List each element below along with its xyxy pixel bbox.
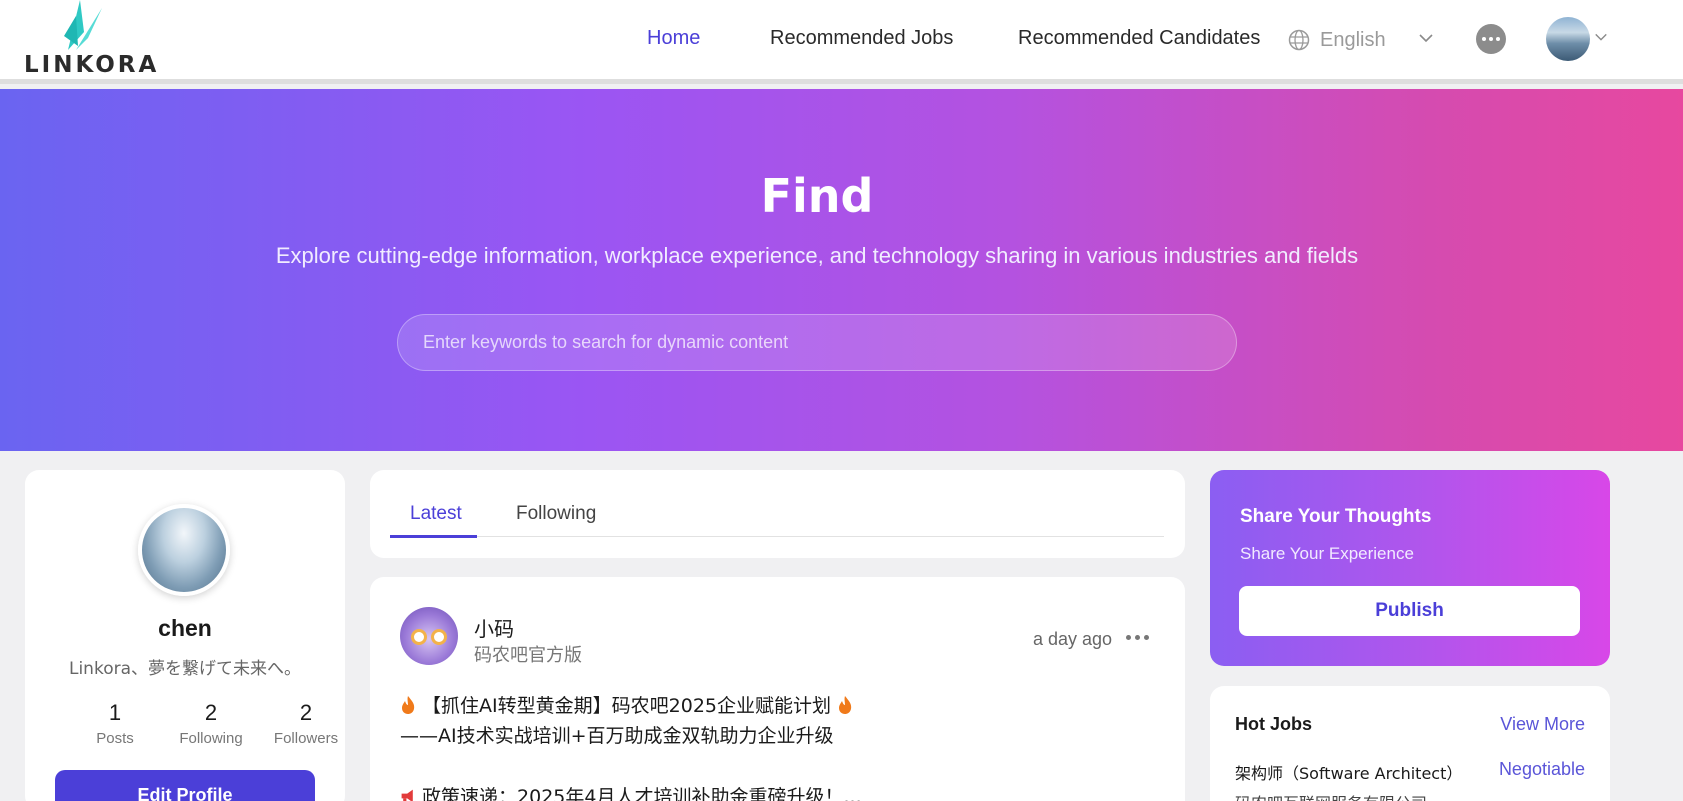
post-author-avatar[interactable] — [400, 607, 458, 665]
publish-button[interactable]: Publish — [1239, 586, 1580, 636]
stat-following[interactable]: 2 Following — [166, 700, 256, 747]
profile-name: chen — [158, 615, 212, 641]
nav-recommended-jobs[interactable]: Recommended Jobs — [770, 27, 953, 50]
profile-avatar[interactable] — [138, 504, 230, 596]
post-author-name[interactable]: 小码 — [474, 613, 514, 642]
post-card: 小码 码农吧官方版 a day ago 【抓住AI转型黄金期】码农吧2025企业… — [370, 577, 1185, 801]
hero-banner: Find Explore cutting-edge information, w… — [0, 89, 1683, 451]
fire-icon — [402, 696, 415, 714]
share-subtitle: Share Your Experience — [1240, 544, 1414, 563]
hero-subtitle: Explore cutting-edge information, workpl… — [275, 243, 1359, 268]
feed-tabs-card: Latest Following — [370, 470, 1185, 558]
linkora-logo[interactable]: LINKORA — [22, 0, 156, 80]
stat-followers-label: Followers — [273, 730, 339, 747]
hero-title: Find — [760, 169, 874, 223]
chevron-down-icon — [1419, 34, 1433, 43]
stat-followers[interactable]: 2 Followers — [261, 700, 351, 747]
job-salary: Negotiable — [1498, 759, 1585, 779]
search-input[interactable] — [397, 314, 1237, 371]
tab-latest[interactable]: Latest — [410, 503, 462, 525]
share-title: Share Your Thoughts — [1240, 506, 1432, 527]
job-title[interactable]: 架构师（Software Architect） — [1235, 760, 1462, 784]
top-navbar: LINKORA Home Recommended Jobs Recommende… — [0, 0, 1683, 84]
globe-icon — [1288, 29, 1310, 51]
megaphone-icon — [401, 789, 413, 801]
stat-following-count: 2 — [204, 700, 218, 725]
logo-mark-icon — [64, 0, 102, 50]
stat-posts[interactable]: 1 Posts — [70, 700, 160, 747]
share-thoughts-card: Share Your Thoughts Share Your Experienc… — [1210, 470, 1610, 666]
post-text-line: 【抓住AI转型黄金期】码农吧2025企业赋能计划 — [400, 691, 853, 718]
stat-posts-count: 1 — [108, 700, 122, 725]
messages-icon[interactable] — [1476, 24, 1506, 54]
stat-posts-label: Posts — [96, 730, 134, 747]
post-timestamp: a day ago — [1033, 629, 1113, 649]
edit-profile-button[interactable]: Edit Profile — [55, 770, 315, 801]
post-headline: 【抓住AI转型黄金期】码农吧2025企业赋能计划 — [422, 695, 832, 717]
job-company: 码农吧互联网服务有限公司 — [1235, 790, 1427, 801]
language-label: English — [1320, 28, 1386, 51]
more-options-icon[interactable] — [1126, 635, 1149, 640]
post-policy-line[interactable]: 政策速递：2025年4月人才培训补助金重磅升级！... — [422, 786, 862, 801]
hot-jobs-card: Hot Jobs View More 架构师（Software Architec… — [1210, 686, 1610, 801]
post-author-subtitle: 码农吧官方版 — [474, 645, 582, 666]
tab-following[interactable]: Following — [516, 503, 596, 525]
view-more-link[interactable]: View More — [1500, 714, 1585, 735]
profile-bio: Linkora、夢を繋げて未来へ。 — [68, 659, 301, 679]
profile-card: chen Linkora、夢を繋げて未来へ。 1 Posts 2 Followi… — [25, 470, 345, 801]
language-selector[interactable]: English — [1288, 24, 1433, 56]
nav-recommended-candidates[interactable]: Recommended Candidates — [1018, 27, 1260, 50]
post-subheadline: ——AI技术实战培训+百万助成金双轨助力企业升级 — [400, 725, 834, 747]
tab-active-indicator — [390, 535, 477, 538]
tab-divider — [390, 536, 1164, 537]
fire-icon — [839, 696, 852, 714]
logo-text: LINKORA — [24, 52, 160, 78]
stat-following-label: Following — [179, 730, 243, 747]
chevron-down-icon[interactable] — [1594, 30, 1608, 44]
nav-home[interactable]: Home — [647, 27, 700, 50]
post-text-line: 政策速递：2025年4月人才培训补助金重磅升级！... — [400, 782, 862, 801]
stat-followers-count: 2 — [299, 700, 313, 725]
hot-jobs-title: Hot Jobs — [1235, 714, 1313, 734]
user-avatar[interactable] — [1546, 17, 1590, 61]
